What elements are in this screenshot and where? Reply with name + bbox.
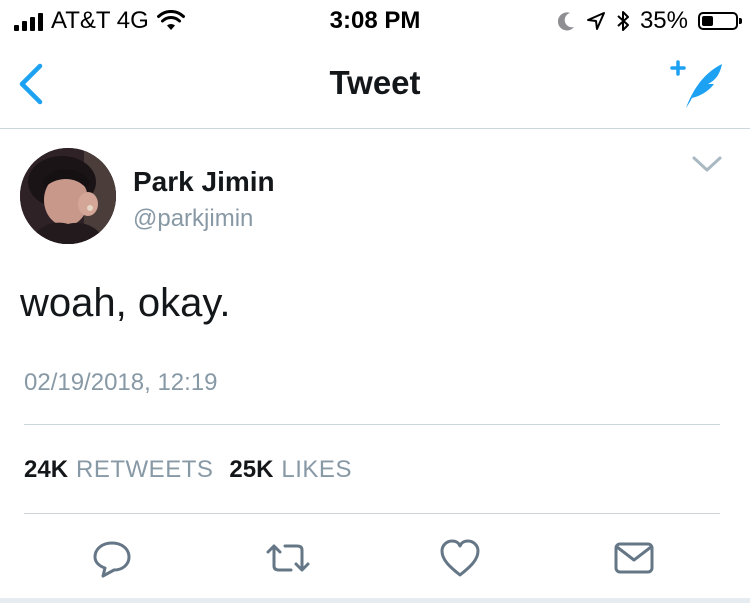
battery-icon <box>698 12 742 30</box>
compose-tweet-button[interactable] <box>666 58 728 114</box>
like-heart-icon <box>440 539 480 577</box>
retweets-label[interactable]: RETWEETS <box>76 456 213 484</box>
tweet-stats: 24K RETWEETS 25K LIKES <box>24 456 368 484</box>
avatar[interactable] <box>20 148 116 244</box>
status-bar: AT&T 4G 3:08 PM 35% <box>0 0 750 40</box>
battery-tip <box>739 18 742 24</box>
tweet-text: woah, okay. <box>20 281 231 325</box>
divider <box>24 424 720 425</box>
direct-message-button[interactable] <box>612 536 656 580</box>
display-name[interactable]: Park Jimin <box>133 166 275 198</box>
divider <box>24 513 720 514</box>
bluetooth-icon <box>617 11 629 31</box>
like-button[interactable] <box>438 536 482 580</box>
bottom-edge <box>0 598 750 603</box>
page-title: Tweet <box>329 64 421 101</box>
status-right: 35% <box>557 7 742 35</box>
location-arrow-icon <box>586 12 605 30</box>
tweet-options-button[interactable] <box>690 150 724 178</box>
user-handle[interactable]: @parkjimin <box>133 205 253 233</box>
avatar-photo <box>20 148 116 244</box>
retweets-count[interactable]: 24K <box>24 456 68 484</box>
retweet-icon <box>266 544 310 572</box>
likes-count[interactable]: 25K <box>229 456 273 484</box>
battery-percent: 35% <box>639 7 688 34</box>
reply-button[interactable] <box>90 536 134 580</box>
battery-level-fill <box>702 16 713 26</box>
nav-bar: Tweet <box>0 42 750 129</box>
moon-icon <box>557 12 574 31</box>
compose-feather-icon <box>670 60 722 108</box>
direct-message-icon <box>614 542 654 574</box>
tweet-action-bar <box>0 532 750 584</box>
tweet-timestamp: 02/19/2018, 12:19 <box>24 369 218 396</box>
reply-icon <box>93 541 131 578</box>
chevron-down-icon <box>692 156 722 172</box>
likes-label[interactable]: LIKES <box>281 456 352 484</box>
retweet-button[interactable] <box>264 536 310 580</box>
